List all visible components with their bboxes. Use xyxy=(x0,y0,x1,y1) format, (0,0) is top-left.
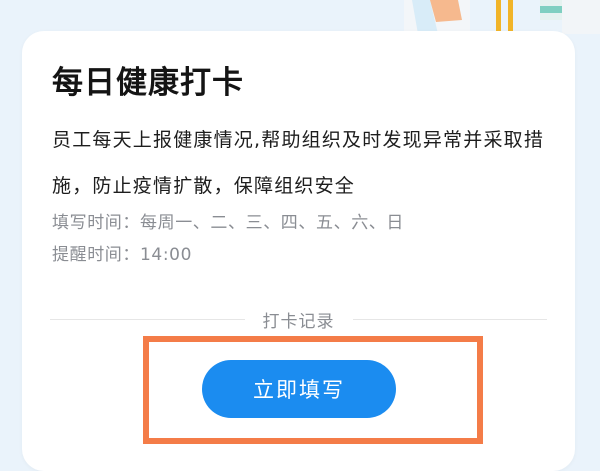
divider-line-left xyxy=(50,318,245,320)
fill-now-button[interactable]: 立即填写 xyxy=(202,360,396,418)
divider-line-right xyxy=(352,318,547,320)
header-illustration xyxy=(404,0,600,34)
card-title: 每日健康打卡 xyxy=(52,65,244,101)
fill-time-text: 填写时间：每周一、二、三、四、五、六、日 xyxy=(52,213,404,233)
records-divider: 打卡记录 xyxy=(50,307,547,332)
remind-time-text: 提醒时间：14:00 xyxy=(52,245,192,265)
card-description: 员工每天上报健康情况,帮助组织及时发现异常并采取措施，防止疫情扩散，保障组织安全 xyxy=(52,129,545,197)
checkin-records-link[interactable]: 打卡记录 xyxy=(245,307,353,332)
